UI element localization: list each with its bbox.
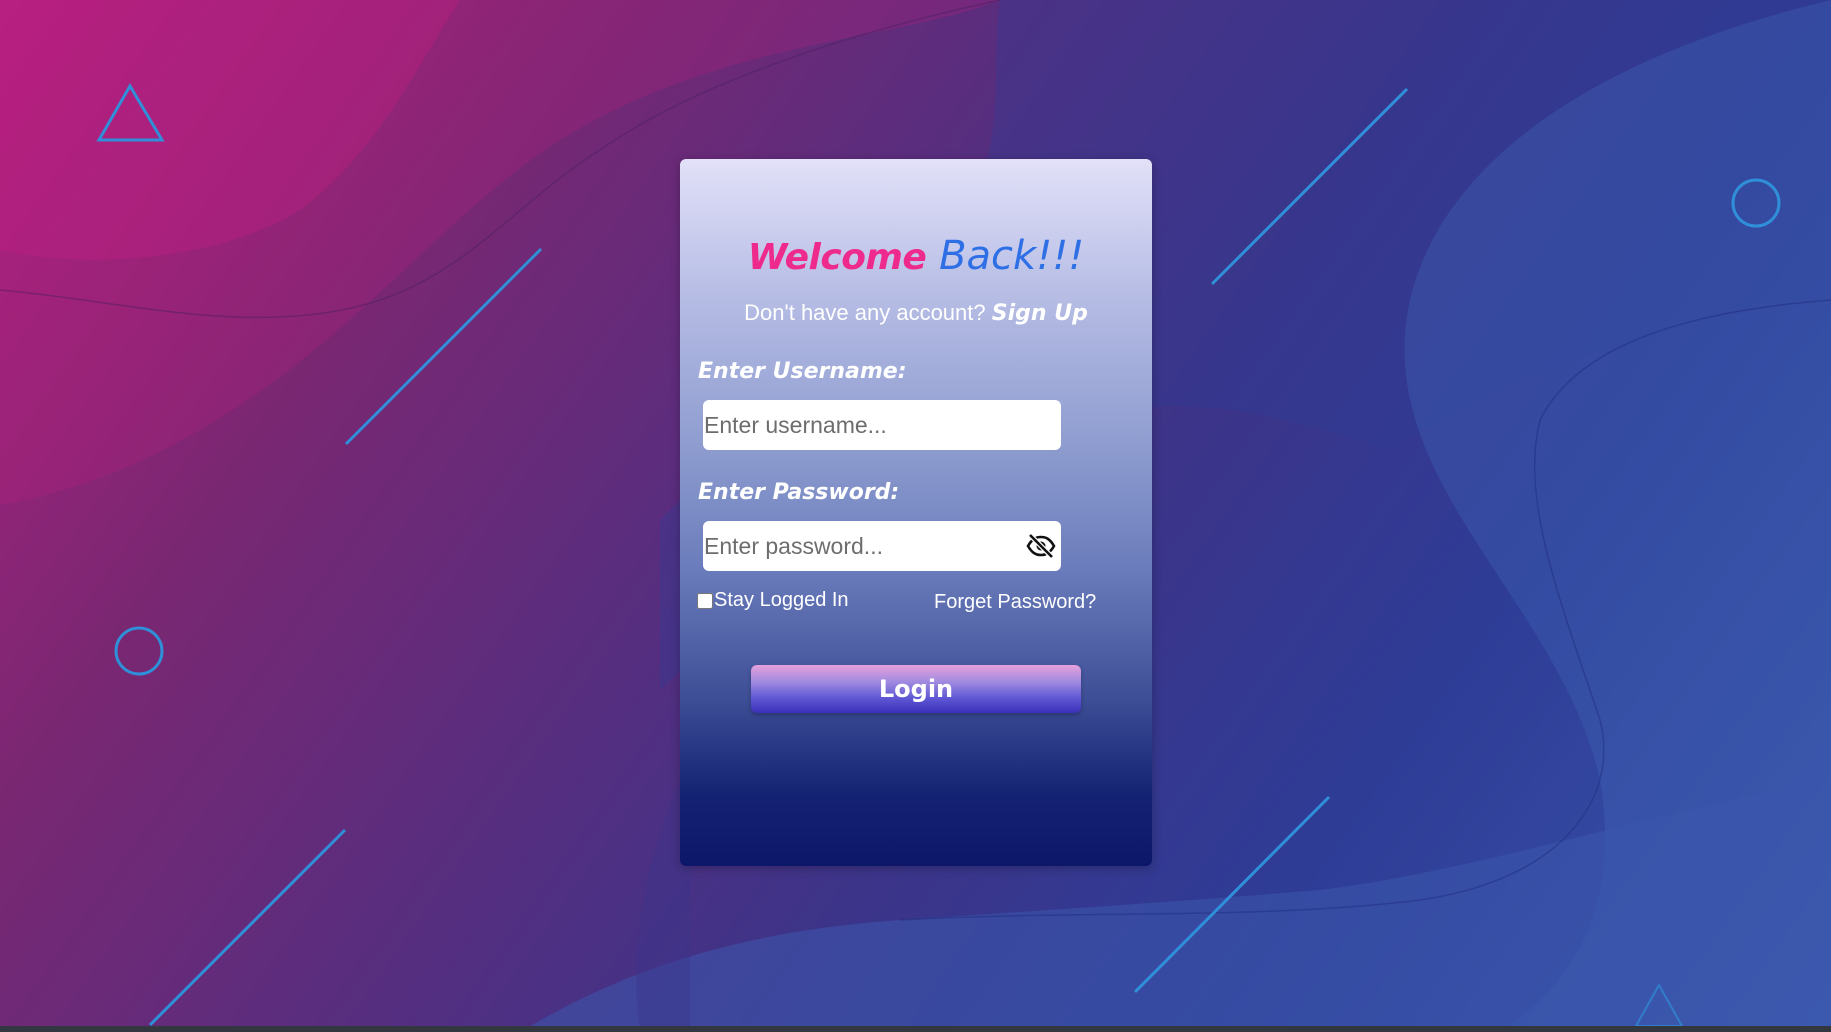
login-button[interactable]: Login — [751, 665, 1081, 713]
login-title: Welcome Back!!! — [680, 231, 1152, 283]
password-input[interactable] — [703, 521, 1033, 571]
stay-logged-in-checkbox[interactable] — [697, 592, 713, 609]
stay-logged-in[interactable]: Stay Logged In — [697, 589, 849, 612]
login-page-background: Welcome Back!!! Don't have any account? … — [0, 0, 1831, 1032]
signup-link[interactable]: Sign Up — [992, 301, 1088, 326]
diagonal-line-3 — [148, 828, 347, 1027]
bottom-bar — [0, 1026, 1831, 1032]
login-options: Stay Logged In Forget Password? — [697, 589, 1137, 619]
username-input[interactable] — [703, 400, 1033, 450]
forget-password-link[interactable]: Forget Password? — [934, 591, 1096, 614]
circle-outline-left — [114, 626, 164, 676]
password-label: Enter Password: — [698, 480, 900, 505]
eye-slash-icon[interactable] — [1026, 532, 1056, 560]
signup-prompt: Don't have any account? Sign Up — [680, 298, 1152, 329]
no-account-text: Don't have any account? — [744, 300, 986, 325]
login-card: Welcome Back!!! Don't have any account? … — [680, 159, 1152, 866]
title-back: Back!!! — [939, 233, 1085, 279]
username-field-container — [703, 400, 1061, 450]
title-welcome: Welcome — [747, 237, 927, 278]
stay-logged-in-label: Stay Logged In — [714, 589, 849, 611]
password-field-container — [703, 521, 1061, 571]
username-label: Enter Username: — [698, 359, 907, 384]
